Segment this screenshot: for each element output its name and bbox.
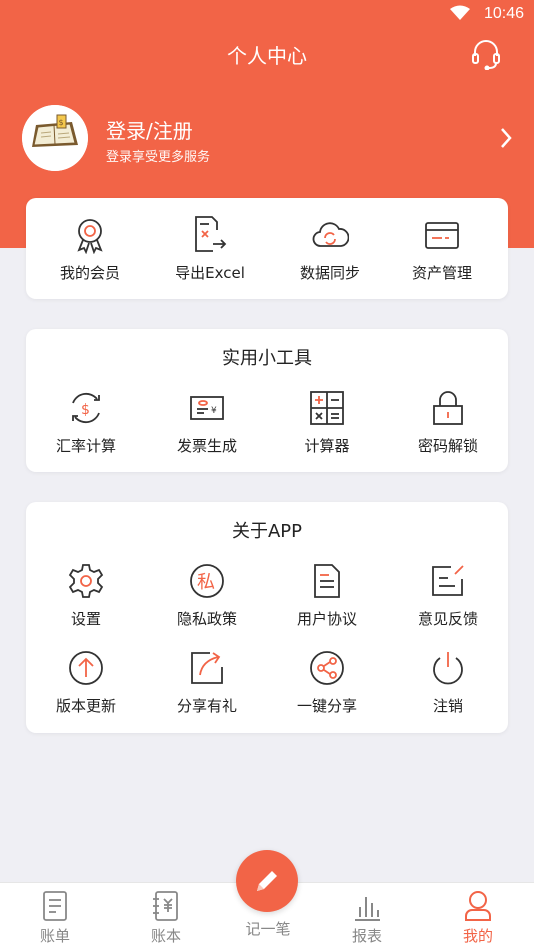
menu-item-label: 导出Excel [175,264,245,282]
chart-icon [355,897,380,921]
menu-item-export-excel[interactable]: 导出Excel [150,216,270,283]
cloud-sync-icon [312,222,349,247]
ledger-icon [153,891,178,921]
about-item-version-update[interactable]: 版本更新 [26,649,146,716]
menu-item-membership[interactable]: 我的会员 [30,216,150,283]
about-item-settings[interactable]: 设置 [26,562,146,629]
about-item-one-click-share[interactable]: 一键分享 [267,649,387,716]
invoice-icon: ¥ [190,396,224,420]
svg-text:¥: ¥ [211,406,217,416]
svg-text:$: $ [81,402,90,418]
tab-reports[interactable]: 报表 [317,883,417,946]
user-icon [465,891,491,921]
svg-text:$: $ [59,118,64,127]
about-item-label: 注销 [432,697,463,715]
about-item-share-gift[interactable]: 分享有礼 [147,649,267,716]
status-time: 10:46 [483,5,524,22]
currency-exchange-icon: $ [72,392,100,424]
pencil-icon [257,871,277,891]
tab-label: 账单 [39,927,70,945]
about-item-label: 版本更新 [55,697,116,715]
lock-icon [433,391,463,425]
update-icon [69,651,103,685]
wifi-icon [450,5,470,20]
tab-mine[interactable]: 我的 [428,883,528,946]
tool-item-exchange-rate[interactable]: $ 汇率计算 [26,389,146,456]
about-item-privacy[interactable]: 私 隐私政策 [147,562,267,629]
share-gift-icon [191,652,223,684]
about-item-label: 分享有礼 [176,697,237,715]
tab-label: 我的 [462,927,493,945]
menu-item-label: 资产管理 [411,264,472,282]
share-icon [310,651,344,685]
svg-text:私: 私 [197,572,215,593]
menu-item-label: 数据同步 [299,264,360,282]
tool-item-password-unlock[interactable]: 密码解锁 [388,389,508,456]
tab-label: 账本 [150,927,181,945]
tool-item-calculator[interactable]: 计算器 [267,389,387,456]
notebook-avatar-icon: $ [22,105,88,171]
power-icon [433,652,463,685]
add-record-button[interactable] [236,850,298,912]
about-item-label: 用户协议 [296,610,357,628]
menu-item-label: 我的会员 [59,264,120,282]
document-icon [314,564,340,598]
about-item-logout[interactable]: 注销 [388,649,508,716]
tool-item-label: 发票生成 [176,437,237,455]
tool-item-invoice[interactable]: ¥ 发票生成 [147,389,267,456]
headset-icon[interactable] [470,38,502,70]
about-card: 关于APP 设置 私 隐私政策 用户协议 意见反馈 版本更新 分享有礼 一键分享… [26,502,508,733]
tool-item-label: 汇率计算 [55,437,116,455]
gear-icon [68,564,104,598]
privacy-icon: 私 [190,564,224,598]
login-row[interactable]: $ 登录/注册 登录享受更多服务 [22,105,522,173]
about-item-user-agreement[interactable]: 用户协议 [267,562,387,629]
page-title: 个人中心 [227,44,307,68]
status-bar: 10:46 [0,0,534,28]
about-item-label: 隐私政策 [176,610,237,628]
feedback-icon [432,565,464,596]
add-record-label[interactable]: 记一笔 [218,918,318,939]
login-subtitle: 登录享受更多服务 [106,150,211,165]
about-item-label: 设置 [70,610,101,628]
member-card: 我的会员 导出Excel 数据同步 资产管理 [26,198,508,299]
card-icon [425,222,459,249]
calculator-icon [310,391,344,425]
tool-item-label: 计算器 [304,437,350,455]
chevron-right-icon [501,128,512,148]
about-item-label: 一键分享 [296,697,357,715]
about-title: 关于APP [231,521,303,542]
badge-icon [77,219,103,254]
menu-item-asset-management[interactable]: 资产管理 [382,216,502,283]
tool-item-label: 密码解锁 [417,437,478,455]
login-title[interactable]: 登录/注册 [106,115,193,144]
about-item-feedback[interactable]: 意见反馈 [388,562,508,629]
bill-icon [43,891,67,921]
tab-ledger[interactable]: 账本 [116,883,216,946]
menu-item-data-sync[interactable]: 数据同步 [270,216,390,283]
about-item-label: 意见反馈 [417,610,478,628]
excel-export-icon [195,216,227,252]
avatar[interactable]: $ [22,105,88,171]
tab-label: 报表 [351,927,382,945]
tools-card: 实用小工具 $ 汇率计算 ¥ 发票生成 计算器 密码解锁 [26,329,508,472]
tools-title: 实用小工具 [222,348,312,369]
tab-bills[interactable]: 账单 [5,883,105,946]
